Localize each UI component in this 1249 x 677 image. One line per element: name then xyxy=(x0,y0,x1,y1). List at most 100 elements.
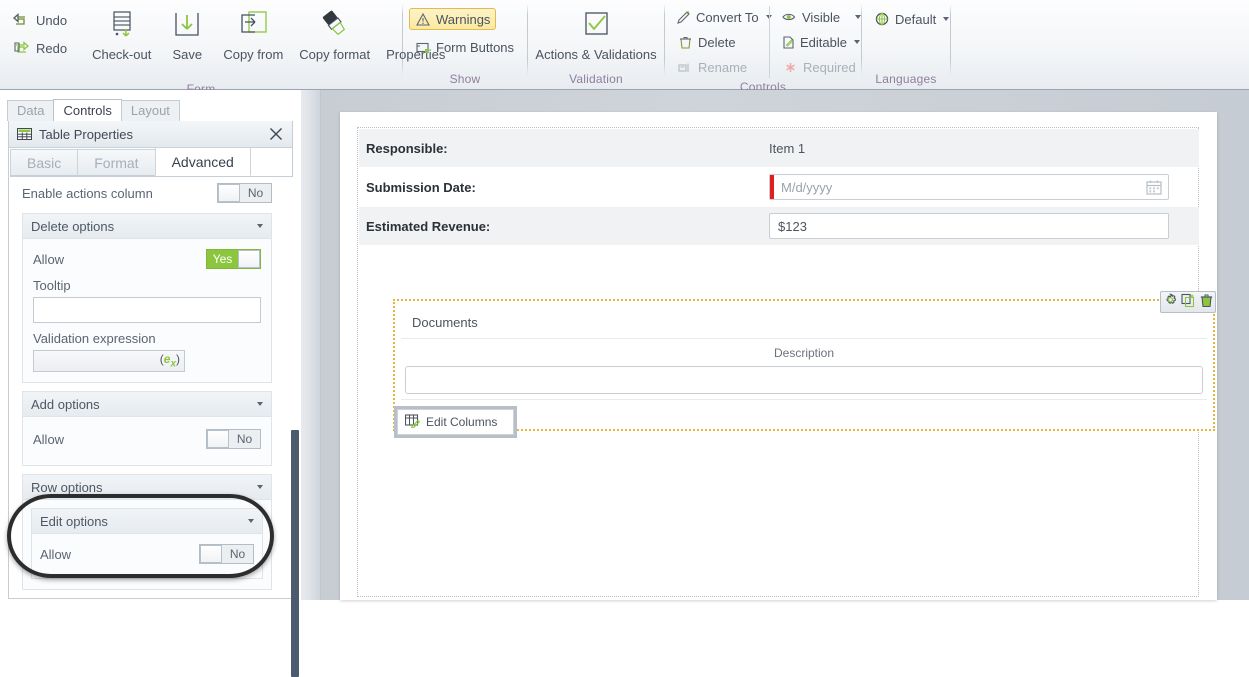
sections-wrap: Delete options Allow Yes Tooltip Validat… xyxy=(10,201,282,590)
panel-tabstrip: Data Controls Layout xyxy=(7,99,180,121)
tab-data[interactable]: Data xyxy=(7,100,55,121)
copy-from-button[interactable]: Copy from xyxy=(215,4,291,63)
form-card: Responsible: Item 1 Submission Date: M/d… xyxy=(340,112,1217,600)
visible-button[interactable]: Visible xyxy=(776,6,863,28)
documents-column-header-description[interactable]: Description xyxy=(401,339,1207,366)
form-row-responsible[interactable]: Responsible: Item 1 xyxy=(359,129,1199,167)
panel-splitter[interactable] xyxy=(301,90,321,600)
edit-allow-value: No xyxy=(229,547,246,561)
ribbon-group-validation-label: Validation xyxy=(569,72,623,86)
tab-data-label: Data xyxy=(17,103,45,118)
form-row-submission-date[interactable]: Submission Date: M/d/yyyy xyxy=(359,168,1199,206)
enable-actions-column-label: Enable actions column xyxy=(22,185,153,201)
redo-label: Redo xyxy=(36,40,68,56)
chevron-down-icon-editable[interactable] xyxy=(853,40,860,44)
properties-content: Enable actions column No Delete options xyxy=(10,177,282,598)
delete-allow-label: Allow xyxy=(33,251,65,267)
chevron-down-icon-add-options[interactable] xyxy=(257,402,263,406)
form-buttons-label: Form Buttons xyxy=(436,39,515,55)
copy-format-button[interactable]: Copy format xyxy=(291,4,378,63)
section-row-options-title: Row options xyxy=(31,479,103,495)
section-delete-options-title: Delete options xyxy=(31,218,115,234)
copy-format-label: Copy format xyxy=(299,47,371,62)
duplicate-icon[interactable] xyxy=(1180,293,1196,311)
save-label: Save xyxy=(172,47,203,62)
chevron-down-icon-language[interactable] xyxy=(943,17,950,21)
expression-builder-icon[interactable]: (ex) xyxy=(160,352,180,369)
gear-icon[interactable] xyxy=(1163,293,1178,311)
warnings-toggle[interactable]: Warnings xyxy=(409,8,497,30)
close-icon[interactable] xyxy=(266,124,286,144)
redo-button[interactable]: Redo xyxy=(6,36,74,60)
check-out-icon xyxy=(105,7,139,45)
undo-button[interactable]: Undo xyxy=(6,8,74,32)
table-properties-panel: Table Properties Basic Format Advanced E… xyxy=(8,121,303,677)
section-delete-options-body: Allow Yes Tooltip Validation expression xyxy=(23,239,271,382)
required-button: Required xyxy=(776,56,863,78)
toggle-knob xyxy=(238,250,260,268)
edit-columns-button[interactable]: Edit Columns xyxy=(394,406,517,438)
form-buttons-toggle[interactable]: Form Buttons xyxy=(409,36,520,58)
tab-layout[interactable]: Layout xyxy=(120,100,180,121)
edit-allow-row: Allow No xyxy=(40,542,254,566)
actions-validations-label: Actions & Validations xyxy=(535,47,657,62)
tab-controls-label: Controls xyxy=(63,103,112,118)
edit-allow-toggle[interactable]: No xyxy=(199,544,254,564)
controls-column-a: Convert To Delete Rename xyxy=(671,6,772,78)
eye-icon xyxy=(782,10,797,25)
delete-button[interactable]: Delete xyxy=(671,31,767,53)
table-properties-header: Table Properties xyxy=(9,121,292,148)
section-row-options-header[interactable]: Row options xyxy=(23,475,271,500)
submission-date-input[interactable]: M/d/yyyy xyxy=(769,174,1169,200)
warning-icon xyxy=(415,12,431,27)
convert-to-button[interactable]: Convert To xyxy=(671,6,772,28)
chevron-down-icon-visible[interactable] xyxy=(855,15,862,19)
editable-button[interactable]: Editable xyxy=(776,31,863,53)
documents-table-widget[interactable]: Documents Description Edit Columns xyxy=(393,291,1216,438)
scrollbar-thumb[interactable] xyxy=(291,430,299,677)
delete-allow-row: Allow Yes xyxy=(33,247,261,271)
rename-icon xyxy=(677,60,693,75)
add-allow-toggle[interactable]: No xyxy=(206,429,261,449)
ribbon-group-controls-body: Convert To Delete Rename Visible Editabl… xyxy=(665,0,863,78)
enable-actions-column-toggle[interactable]: No xyxy=(217,183,272,203)
subtab-advanced-label: Advanced xyxy=(171,154,234,170)
subtab-format[interactable]: Format xyxy=(77,149,156,176)
trash-icon[interactable] xyxy=(1199,293,1214,311)
submission-date-placeholder: M/d/yyyy xyxy=(781,179,833,195)
copy-from-icon xyxy=(236,7,270,45)
delete-allow-toggle[interactable]: Yes xyxy=(206,249,261,269)
delete-validation-input[interactable]: (ex) xyxy=(33,350,185,372)
subtab-advanced[interactable]: Advanced xyxy=(154,147,251,176)
checkmark-box-icon xyxy=(579,7,613,45)
chevron-down-icon-edit-options[interactable] xyxy=(248,519,254,523)
ribbon-group-languages-label: Languages xyxy=(875,72,937,86)
calendar-icon[interactable] xyxy=(1146,179,1162,198)
tab-controls[interactable]: Controls xyxy=(53,99,122,121)
chevron-down-icon-delete-options[interactable] xyxy=(257,224,263,228)
tab-layout-label: Layout xyxy=(130,103,170,118)
undo-label: Undo xyxy=(36,12,68,28)
section-delete-options-header[interactable]: Delete options xyxy=(23,214,271,239)
default-language-button[interactable]: Default xyxy=(868,8,955,30)
section-add-options-title: Add options xyxy=(31,396,100,412)
add-allow-value: No xyxy=(236,432,253,446)
section-add-options-header[interactable]: Add options xyxy=(23,392,271,417)
delete-tooltip-input[interactable] xyxy=(33,297,261,323)
editable-icon xyxy=(782,35,795,50)
actions-validations-button[interactable]: Actions & Validations xyxy=(534,4,658,63)
check-out-button[interactable]: Check-out xyxy=(84,4,159,63)
documents-table-row xyxy=(401,366,1207,394)
save-button[interactable]: Save xyxy=(159,4,215,63)
estimated-revenue-input[interactable]: $123 xyxy=(769,213,1169,239)
form-row-estimated-revenue[interactable]: Estimated Revenue: $123 xyxy=(359,207,1199,245)
section-row-options-body: Edit options Allow No xyxy=(23,500,271,589)
rename-label: Rename xyxy=(698,59,748,75)
documents-description-cell[interactable] xyxy=(405,366,1203,394)
responsible-value-wrap: Item 1 xyxy=(769,141,1199,156)
subtab-basic[interactable]: Basic xyxy=(10,149,79,176)
section-edit-options-header[interactable]: Edit options xyxy=(32,509,262,534)
section-edit-options-title: Edit options xyxy=(40,513,108,529)
chevron-down-icon-row-options[interactable] xyxy=(257,485,263,489)
check-out-label: Check-out xyxy=(92,47,152,62)
